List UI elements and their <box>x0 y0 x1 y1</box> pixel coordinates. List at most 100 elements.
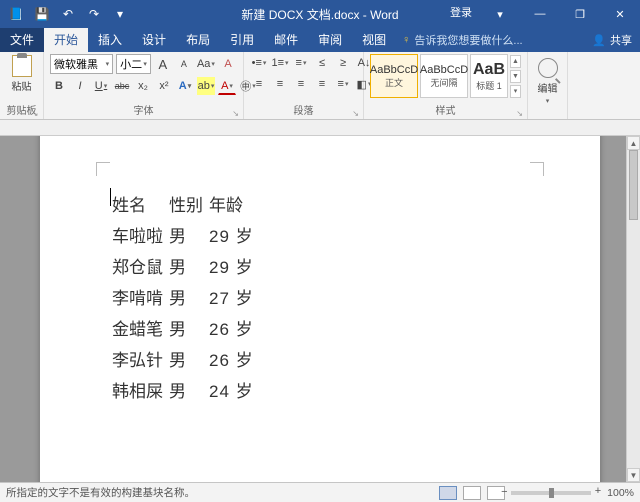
zoom-thumb[interactable] <box>549 488 554 498</box>
cell-name: 金蜡笔 <box>112 312 169 343</box>
scroll-up-button[interactable]: ▲ <box>627 136 640 150</box>
tab-references[interactable]: 引用 <box>220 27 264 52</box>
group-font-label[interactable]: 字体 <box>50 101 237 119</box>
undo-button[interactable]: ↶ <box>56 2 80 26</box>
shrink-font-button[interactable]: A <box>175 55 193 73</box>
style-no-spacing[interactable]: AaBbCcD 无间隔 <box>420 54 468 98</box>
ribbon-display-options[interactable]: ▾ <box>480 0 520 28</box>
group-clipboard-label[interactable]: 剪贴板 <box>7 101 37 119</box>
style-heading-1[interactable]: AaB 标题 1 <box>470 54 508 98</box>
group-styles-label[interactable]: 样式 <box>370 101 521 119</box>
save-button[interactable]: 💾 <box>30 2 54 26</box>
grow-font-button[interactable]: A <box>154 55 172 73</box>
cell-gender: 男 <box>169 312 209 343</box>
tab-layout[interactable]: 布局 <box>176 27 220 52</box>
cell-name: 韩相屎 <box>112 374 169 405</box>
increase-indent-button[interactable]: ≥ <box>334 54 352 72</box>
align-right-button[interactable]: ≡ <box>292 75 310 93</box>
align-left-button[interactable]: ≡ <box>250 75 268 93</box>
ribbon: 粘贴 剪贴板 微软雅黑 小二 A A Aa A B I U abc x₂ x² … <box>0 52 640 120</box>
word-icon[interactable]: 📘 <box>4 2 28 26</box>
group-font: 微软雅黑 小二 A A Aa A B I U abc x₂ x² A ab A … <box>44 52 244 119</box>
scroll-down-button[interactable]: ▼ <box>627 468 640 482</box>
table-row: 郑仓鼠男29 岁 <box>112 250 260 281</box>
align-center-button[interactable]: ≡ <box>271 75 289 93</box>
multilevel-button[interactable]: ≡ <box>292 54 310 72</box>
subscript-button[interactable]: x₂ <box>134 77 152 95</box>
tab-insert[interactable]: 插入 <box>88 27 132 52</box>
view-print-layout-button[interactable] <box>439 486 457 500</box>
tab-file[interactable]: 文件 <box>0 27 44 52</box>
italic-button[interactable]: I <box>71 77 89 95</box>
minimize-button[interactable]: — <box>520 0 560 28</box>
bullets-button[interactable]: •≡ <box>250 54 268 72</box>
restore-button[interactable]: ❐ <box>560 0 600 28</box>
cell-gender: 男 <box>169 250 209 281</box>
line-spacing-button[interactable]: ≡ <box>334 75 352 93</box>
close-button[interactable]: ✕ <box>600 0 640 28</box>
redo-button[interactable]: ↷ <box>82 2 106 26</box>
font-name-combo[interactable]: 微软雅黑 <box>50 54 113 74</box>
sign-in-link[interactable]: 登录 <box>442 0 480 28</box>
style-normal[interactable]: AaBbCcD 正文 <box>370 54 418 98</box>
find-icon[interactable] <box>538 58 558 78</box>
tab-mailings[interactable]: 邮件 <box>264 27 308 52</box>
zoom-slider[interactable] <box>511 491 591 495</box>
style-gallery-scroll: ▲ ▼ ▾ <box>510 54 521 98</box>
gallery-up-button[interactable]: ▲ <box>510 55 521 68</box>
cell-gender: 男 <box>169 343 209 374</box>
zoom-level[interactable]: 100% <box>607 487 634 499</box>
vertical-scrollbar[interactable]: ▲ ▼ <box>626 136 640 482</box>
style-name: 标题 1 <box>476 79 502 92</box>
share-button[interactable]: 👤 共享 <box>584 28 640 52</box>
group-styles: AaBbCcD 正文 AaBbCcD 无间隔 AaB 标题 1 ▲ ▼ ▾ 样式 <box>364 52 528 119</box>
table-row: 车啦啦男29 岁 <box>112 219 260 250</box>
view-read-mode-button[interactable] <box>463 486 481 500</box>
text-cursor <box>110 188 111 206</box>
document-workspace[interactable]: 姓名 性别 年龄 车啦啦男29 岁郑仓鼠男29 岁李啃啃男27 岁金蜡笔男26 … <box>0 136 640 482</box>
paste-icon <box>12 55 32 77</box>
margin-mark-tl <box>96 162 110 176</box>
group-paragraph-label[interactable]: 段落 <box>250 101 357 119</box>
table-row: 金蜡笔男26 岁 <box>112 312 260 343</box>
justify-button[interactable]: ≡ <box>313 75 331 93</box>
tell-me-search[interactable]: ♀ 告诉我您想要做什么... <box>402 32 522 52</box>
page[interactable]: 姓名 性别 年龄 车啦啦男29 岁郑仓鼠男29 岁李啃啃男27 岁金蜡笔男26 … <box>40 136 600 482</box>
font-size-combo[interactable]: 小二 <box>116 54 151 74</box>
style-name: 无间隔 <box>430 76 457 89</box>
style-name: 正文 <box>385 76 403 89</box>
cell-age: 29 岁 <box>209 250 260 281</box>
font-color-button[interactable]: A <box>218 77 236 95</box>
header-age: 年龄 <box>209 188 260 219</box>
text-effects-button[interactable]: A <box>176 77 194 95</box>
change-case-button[interactable]: Aa <box>196 55 216 73</box>
table-row: 李啃啃男27 岁 <box>112 281 260 312</box>
tab-design[interactable]: 设计 <box>132 27 176 52</box>
tab-view[interactable]: 视图 <box>352 27 396 52</box>
gallery-more-button[interactable]: ▾ <box>510 85 521 98</box>
numbering-button[interactable]: 1≡ <box>271 54 289 72</box>
decrease-indent-button[interactable]: ≤ <box>313 54 331 72</box>
clear-formatting-button[interactable]: A <box>219 55 237 73</box>
group-clipboard: 粘贴 剪贴板 <box>0 52 44 119</box>
gallery-down-button[interactable]: ▼ <box>510 70 521 83</box>
window-controls: 登录 ▾ — ❐ ✕ <box>442 0 640 28</box>
strike-button[interactable]: abc <box>113 77 131 95</box>
superscript-button[interactable]: x² <box>155 77 173 95</box>
horizontal-ruler[interactable] <box>0 120 640 136</box>
cell-age: 26 岁 <box>209 312 260 343</box>
style-gallery: AaBbCcD 正文 AaBbCcD 无间隔 AaB 标题 1 ▲ ▼ ▾ <box>370 54 521 98</box>
underline-button[interactable]: U <box>92 77 110 95</box>
cell-age: 26 岁 <box>209 343 260 374</box>
qat-more-button[interactable]: ▾ <box>108 2 132 26</box>
tab-home[interactable]: 开始 <box>44 27 88 52</box>
cell-name: 车啦啦 <box>112 219 169 250</box>
scroll-thumb[interactable] <box>629 150 638 220</box>
tab-review[interactable]: 审阅 <box>308 27 352 52</box>
group-editing: 编辑 ▾ <box>528 52 568 119</box>
lightbulb-icon: ♀ <box>402 34 410 46</box>
bold-button[interactable]: B <box>50 77 68 95</box>
highlight-button[interactable]: ab <box>197 77 215 95</box>
document-content-table[interactable]: 姓名 性别 年龄 车啦啦男29 岁郑仓鼠男29 岁李啃啃男27 岁金蜡笔男26 … <box>112 188 260 405</box>
paste-button[interactable]: 粘贴 <box>5 54 39 94</box>
